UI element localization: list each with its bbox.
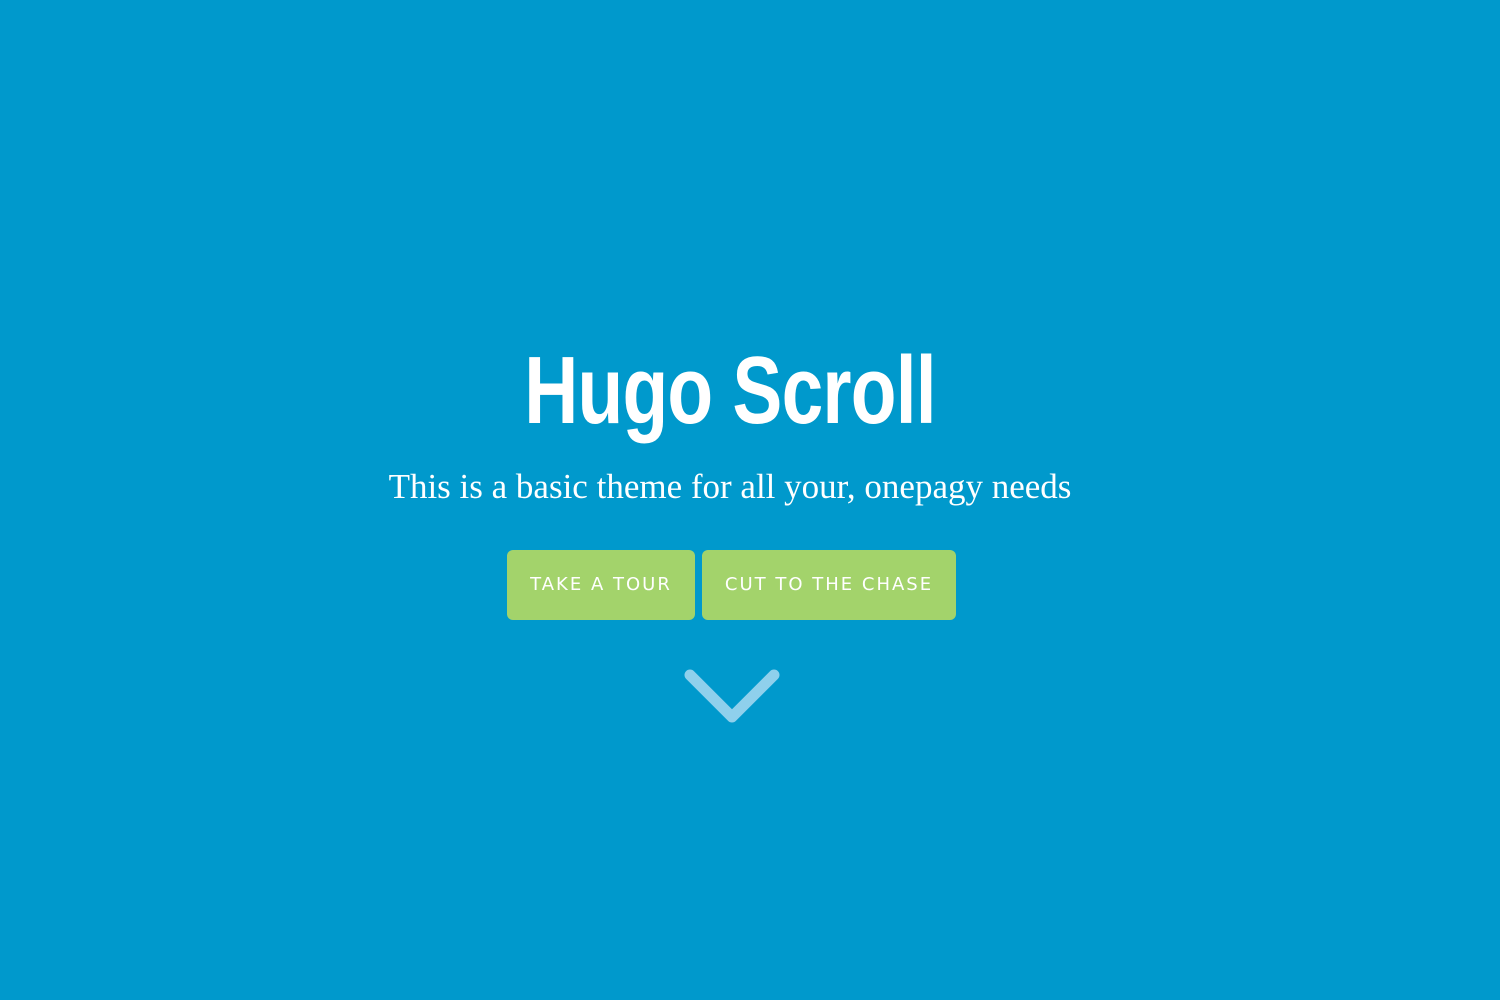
take-a-tour-button[interactable]: TAKE A TOUR bbox=[507, 550, 695, 620]
scroll-down-button[interactable] bbox=[682, 660, 782, 730]
hero-section: Hugo Scroll This is a basic theme for al… bbox=[0, 0, 1500, 1000]
site-subtitle: This is a basic theme for all your, onep… bbox=[388, 467, 1072, 506]
chevron-down-icon bbox=[684, 669, 780, 723]
site-title: Hugo Scroll bbox=[524, 337, 936, 444]
cut-to-the-chase-button[interactable]: CUT TO THE CHASE bbox=[702, 550, 956, 620]
